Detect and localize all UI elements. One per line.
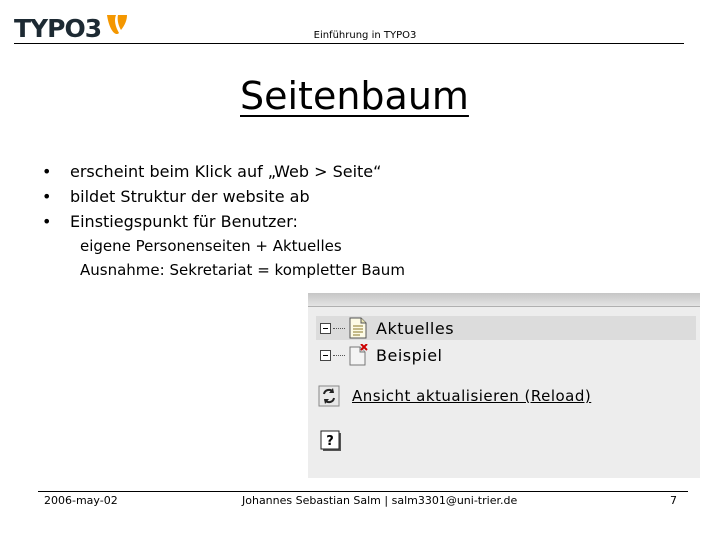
sub-line: Ausnahme: Sekretariat = kompletter Baum <box>80 261 405 279</box>
header-title: Einführung in TYPO3 <box>313 30 417 41</box>
reload-label[interactable]: Ansicht aktualisieren (Reload) <box>352 387 591 405</box>
tree-connector <box>333 354 345 356</box>
page-tree-screenshot: Aktuelles Beispiel Ansicht aktualisieren… <box>308 293 700 478</box>
reload-link[interactable]: Ansicht aktualisieren (Reload) <box>318 385 591 407</box>
sub-line: eigene Personenseiten + Aktuelles <box>80 237 342 255</box>
collapse-icon[interactable] <box>320 349 331 361</box>
page-icon[interactable] <box>348 317 368 339</box>
page-number: 7 <box>670 494 677 507</box>
bullet-dot: • <box>42 162 52 181</box>
tree-connector <box>333 327 345 329</box>
help-icon[interactable]: ? <box>320 430 342 452</box>
tree-item-beispiel[interactable]: Beispiel <box>316 343 443 367</box>
bullet-text: Einstiegspunkt für Benutzer: <box>70 212 298 231</box>
bullet-list: • erscheint beim Klick auf „Web > Seite“ … <box>42 161 381 236</box>
svg-text:?: ? <box>326 434 334 449</box>
bullet-text: erscheint beim Klick auf „Web > Seite“ <box>70 162 382 181</box>
bullet-dot: • <box>42 212 52 231</box>
reload-icon[interactable] <box>318 385 340 407</box>
page-hidden-icon[interactable] <box>348 344 368 366</box>
bullet-item: • Einstiegspunkt für Benutzer: <box>42 211 381 236</box>
collapse-icon[interactable] <box>320 322 331 334</box>
footer-author: Johannes Sebastian Salm | salm3301@uni-t… <box>242 494 518 507</box>
bullet-text: bildet Struktur der website ab <box>70 187 310 206</box>
bullet-dot: • <box>42 187 52 206</box>
bullet-item: • erscheint beim Klick auf „Web > Seite“ <box>42 161 381 186</box>
tree-item-label[interactable]: Beispiel <box>376 346 443 365</box>
tree-item-aktuelles[interactable]: Aktuelles <box>316 316 696 340</box>
footer-date: 2006-may-02 <box>44 494 118 507</box>
slide-title: Seitenbaum <box>240 74 469 118</box>
panel-top-bar <box>308 293 700 307</box>
tree-item-label[interactable]: Aktuelles <box>376 319 454 338</box>
header-divider <box>14 43 684 44</box>
bullet-item: • bildet Struktur der website ab <box>42 186 381 211</box>
footer-divider <box>38 491 688 492</box>
